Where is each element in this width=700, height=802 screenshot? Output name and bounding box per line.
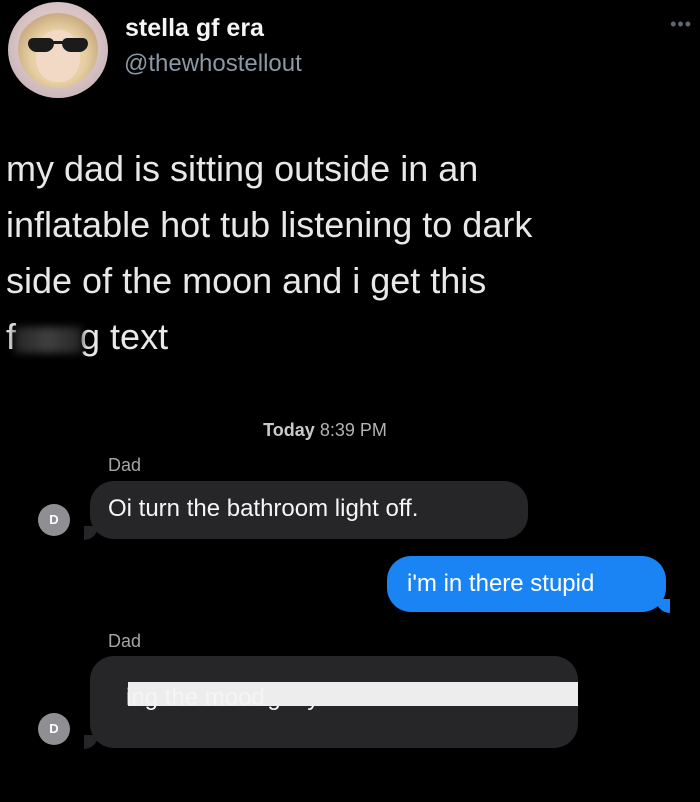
display-name[interactable]: stella gf era — [125, 14, 264, 43]
outgoing-message-bubble[interactable]: i'm in there stupid — [387, 556, 666, 612]
sender-name: Dad — [108, 631, 142, 651]
contact-avatar[interactable]: D — [38, 713, 70, 745]
message-text: Oi turn the bathroom light off. — [108, 495, 419, 522]
sunglasses-icon — [28, 38, 88, 54]
incoming-message-bubble[interactable]: Oi turn the bathroom light off. — [90, 481, 528, 539]
timestamp-time: 8:39 PM — [319, 420, 387, 440]
tweet-text: my dad is sitting outside in an inflatab… — [6, 141, 666, 365]
message-timestamp: Today 8:39 PM — [0, 420, 700, 441]
more-options-icon[interactable]: ••• — [670, 14, 692, 35]
censored-word-blur — [14, 327, 83, 353]
tweet-line-1: my dad is sitting outside in an — [6, 148, 479, 189]
profile-avatar[interactable] — [8, 2, 108, 98]
tweet-line-4-end: g text — [80, 316, 169, 357]
tweet-line-2: inflatable hot tub listening to dark — [6, 204, 533, 245]
message-text: i'm in there stupid — [407, 570, 595, 597]
user-handle[interactable]: @thewhostellout — [124, 50, 302, 78]
timestamp-day: Today — [263, 420, 315, 440]
incoming-message-bubble[interactable]: USe a flash light you’re king the mood — [90, 656, 578, 748]
sender-name: Dad — [108, 455, 142, 475]
contact-avatar[interactable]: D — [38, 504, 70, 536]
message-text-end: ing the mood — [126, 684, 265, 711]
tweet-line-3: side of the moon and i get this — [6, 260, 487, 301]
